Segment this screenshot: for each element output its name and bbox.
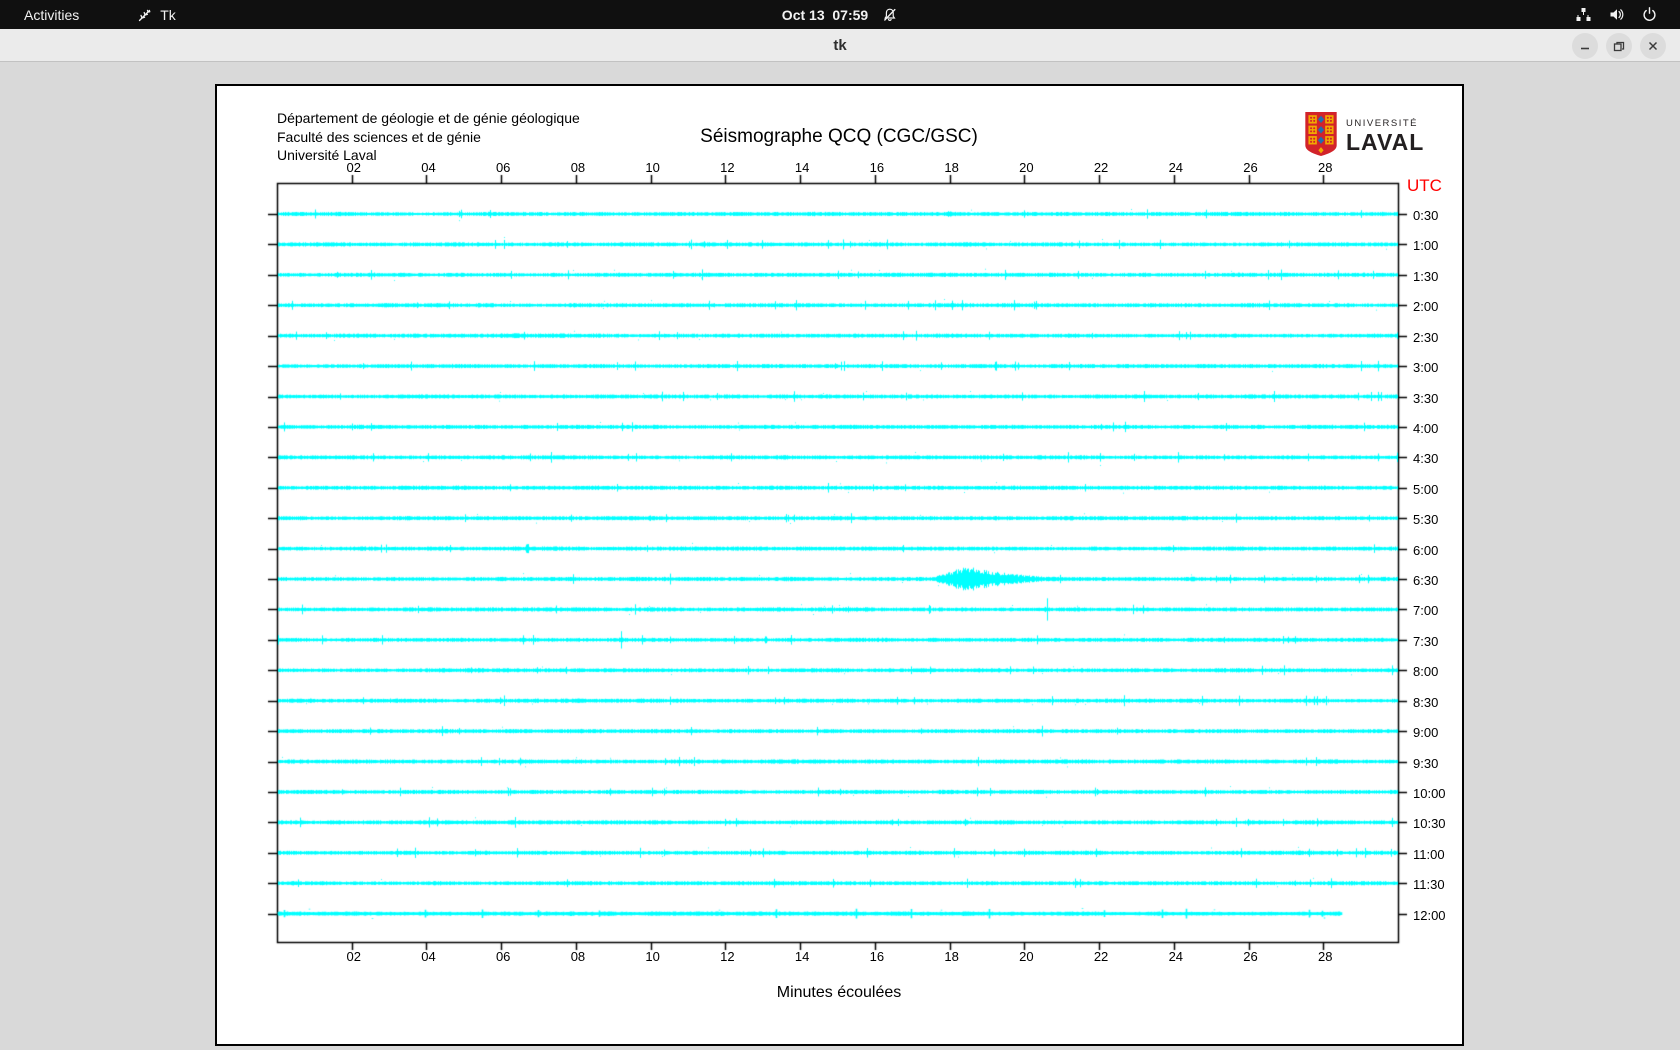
x-tick-label: 20: [1019, 949, 1034, 964]
x-tick-label: 28: [1318, 949, 1333, 964]
utc-time-label: 11:30: [1413, 877, 1445, 893]
utc-time-label: 3:30: [1413, 390, 1439, 406]
chart-title: Séismographe QCQ (CGC/GSC): [700, 126, 978, 147]
utc-time-label: 8:00: [1413, 664, 1439, 680]
x-tick-label: 02: [346, 949, 361, 964]
utc-time-label: 8:30: [1413, 694, 1439, 710]
x-tick-label: 16: [869, 949, 885, 964]
close-button[interactable]: [1640, 32, 1666, 59]
utc-time-label: 7:30: [1413, 633, 1439, 649]
institution-line-1: Département de géologie et de génie géol…: [277, 110, 580, 126]
institution-block: Département de géologie et de génie géol…: [277, 109, 580, 165]
utc-time-label: 10:00: [1413, 785, 1446, 801]
x-tick-label: 24: [1168, 949, 1184, 964]
system-menu[interactable]: [1575, 0, 1680, 29]
network-wired-icon: [1575, 6, 1592, 23]
clock-label: Oct 13 07:59: [781, 6, 869, 23]
power-icon: [1641, 6, 1658, 23]
clock-menu[interactable]: Oct 13 07:59: [782, 0, 898, 29]
utc-time-label: 4:30: [1413, 451, 1439, 467]
x-tick-label: 26: [1243, 949, 1258, 964]
x-axis-title: Minutes écoulées: [776, 984, 902, 1001]
tk-window-body: Département de géologie et de génie géol…: [0, 63, 1680, 1050]
minimize-button[interactable]: [1572, 32, 1598, 59]
utc-time-label: 2:30: [1413, 329, 1439, 345]
x-tick-label: 22: [1093, 949, 1109, 964]
gnome-top-bar: Activities Tk Oct 13 07:59: [0, 0, 1680, 29]
x-tick-label: 04: [421, 160, 436, 175]
x-tick-label: 16: [869, 160, 885, 175]
x-tick-label: 18: [944, 949, 959, 964]
x-tick-label: 08: [570, 949, 586, 964]
laval-crest-icon: [1303, 111, 1339, 162]
x-tick-label: 14: [794, 949, 810, 964]
utc-time-label: 0:30: [1413, 208, 1439, 223]
utc-time-label: 4:00: [1413, 420, 1439, 436]
utc-time-label: 1:30: [1413, 268, 1439, 284]
x-tick-label: 04: [421, 949, 436, 964]
utc-time-label: 9:30: [1413, 755, 1439, 771]
desktop: Activities Tk Oct 13 07:59 tk Départemen…: [0, 0, 1680, 1050]
seismograph-canvas-frame: Département de géologie et de génie géol…: [215, 84, 1464, 1046]
universite-laval-logo: UNIVERSITÉ LAVAL: [1303, 111, 1424, 162]
utc-time-label: 3:00: [1413, 360, 1439, 376]
activities-button[interactable]: Activities: [12, 0, 91, 29]
x-tick-label: 02: [346, 160, 361, 175]
x-tick-label: 10: [645, 949, 660, 964]
utc-time-label: 2:00: [1413, 299, 1439, 315]
x-tick-label: 06: [495, 160, 511, 175]
utc-time-label: 12:00: [1413, 907, 1446, 923]
window-title: tk: [833, 36, 847, 54]
utc-axis-label: UTC: [1407, 176, 1442, 195]
x-tick-label: 20: [1019, 160, 1034, 175]
maximize-button[interactable]: [1606, 32, 1632, 59]
notifications-muted-icon: [882, 7, 898, 23]
utc-time-label: 5:30: [1413, 512, 1439, 528]
x-tick-label: 12: [720, 160, 735, 175]
utc-time-label: 5:00: [1413, 481, 1439, 497]
x-tick-label: 22: [1093, 160, 1109, 175]
tk-feather-icon: [137, 7, 153, 23]
app-indicator-label: Tk: [160, 6, 176, 23]
window-titlebar: tk: [0, 29, 1680, 62]
utc-time-label: 9:00: [1413, 725, 1439, 741]
app-indicator-tk[interactable]: Tk: [129, 0, 184, 29]
utc-time-label: 6:30: [1413, 573, 1439, 589]
x-tick-label: 24: [1168, 160, 1184, 175]
logo-laval-label: LAVAL: [1346, 128, 1425, 155]
x-tick-label: 12: [720, 949, 735, 964]
utc-time-label: 11:00: [1413, 846, 1445, 862]
x-tick-label: 28: [1318, 160, 1333, 175]
utc-time-label: 1:00: [1413, 238, 1439, 254]
volume-icon: [1608, 6, 1625, 23]
utc-time-label: 6:00: [1413, 542, 1439, 558]
utc-time-label: 10:30: [1413, 816, 1446, 832]
seismogram-trace-canvas: [217, 86, 1462, 1044]
x-tick-label: 10: [645, 160, 660, 175]
x-tick-label: 18: [944, 160, 959, 175]
institution-line-2: Faculté des sciences et de génie: [277, 128, 481, 145]
x-tick-label: 14: [794, 160, 810, 175]
logo-universite-label: UNIVERSITÉ: [1346, 118, 1419, 130]
x-tick-label: 06: [495, 949, 511, 964]
x-tick-label: 26: [1243, 160, 1258, 175]
x-tick-label: 08: [570, 160, 586, 175]
utc-time-label: 7:00: [1413, 603, 1439, 619]
